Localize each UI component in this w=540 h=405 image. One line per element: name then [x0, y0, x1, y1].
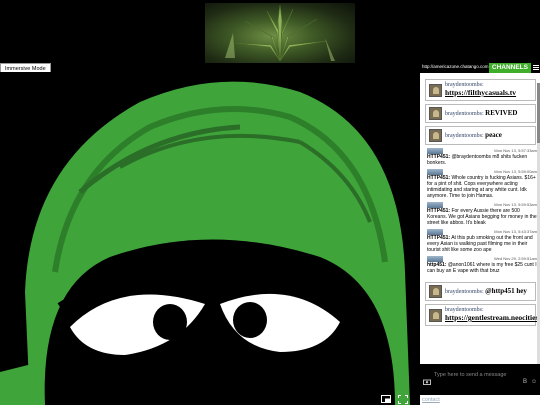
video-stage [0, 72, 420, 405]
chat-footer: contact 1 Set name [420, 395, 540, 405]
chat-panel: http://americazone.chatango.com CHANNELS… [420, 63, 540, 405]
message-link[interactable]: https://filthycasuals.tv [445, 88, 516, 97]
chat-url[interactable]: http://americazone.chatango.com [422, 64, 489, 69]
avatar[interactable] [429, 308, 442, 322]
picture-in-picture-icon[interactable] [381, 395, 391, 404]
avatar[interactable] [429, 107, 442, 120]
message-input[interactable]: Type here to send a message [434, 372, 506, 378]
message-user[interactable]: braydentoombs: [445, 133, 484, 139]
message-link[interactable]: https://gentlestream.neocities.org/ [445, 313, 540, 322]
marvin-martian-image [0, 81, 410, 405]
contact-link[interactable]: contact [422, 395, 440, 405]
message-list: braydentoombs: https://filthycasuals.tv b… [420, 73, 540, 395]
message: Mon Nov 13, 5:43:37am HTTP451: At this p… [427, 229, 537, 253]
chat-header: http://americazone.chatango.com CHANNELS [420, 63, 540, 73]
message: braydentoombs: REVIVED [425, 104, 536, 123]
message-user[interactable]: braydentoombs: [445, 111, 484, 117]
avatar[interactable] [429, 129, 442, 142]
camera-icon[interactable] [423, 379, 431, 387]
message-text: REVIVED [485, 108, 518, 117]
message: Mon Nov 13, 5:57:33am HTTP451: @braydent… [427, 148, 537, 166]
message: Mon Nov 13, 5:59:00am HTTP451: Whole cou… [427, 169, 537, 199]
cannabis-banner-image [205, 3, 355, 63]
message: braydentoombs: https://filthycasuals.tv [425, 79, 536, 101]
menu-icon[interactable] [533, 64, 539, 72]
fullscreen-icon[interactable] [398, 395, 408, 404]
message-input-area: Type here to send a message B ☺ [420, 364, 540, 395]
message: braydentoombs: peace [425, 126, 536, 145]
user-count: 1 [509, 397, 513, 403]
message: Wed Nov 29, 2:59:51am http451: @anon1061… [427, 256, 537, 274]
avatar[interactable] [429, 285, 442, 298]
channels-button[interactable]: CHANNELS [488, 63, 531, 73]
speaker-icon[interactable] [496, 395, 503, 405]
message-text: @http451 hey [485, 286, 527, 295]
avatar[interactable] [429, 83, 442, 97]
message: braydentoombs: @http451 hey [425, 282, 536, 301]
message: braydentoombs: https://gentlestream.neoci… [425, 304, 540, 326]
emoji-icon[interactable]: ☺ [531, 379, 537, 385]
set-name-link[interactable]: Set name [518, 395, 540, 405]
format-icon[interactable]: B [523, 379, 527, 385]
message-user[interactable]: braydentoombs: [445, 289, 484, 295]
message-text: peace [485, 130, 502, 139]
message: Mon Nov 13, 5:59:53am HTTP451: For every… [427, 202, 537, 226]
